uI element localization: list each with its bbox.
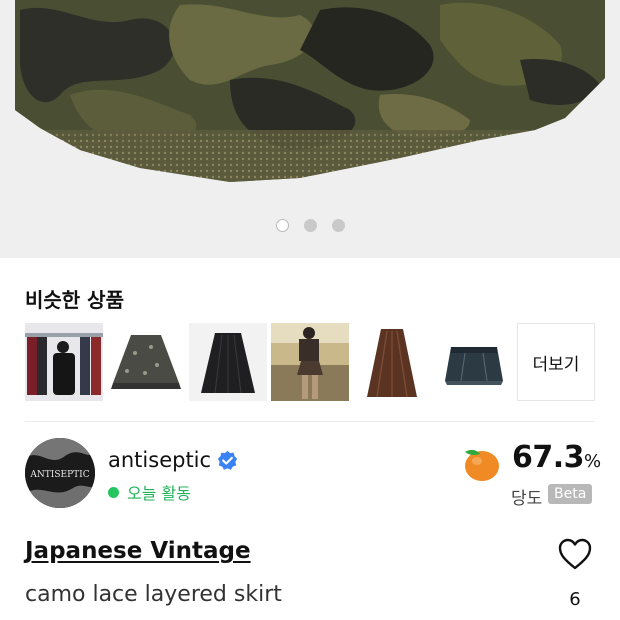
carousel-dot[interactable] (331, 219, 345, 232)
seller-avatar[interactable]: ANTISEPTIC (25, 438, 95, 508)
more-similar-button[interactable]: 더보기 (517, 323, 595, 401)
product-title: camo lace layered skirt (25, 582, 282, 607)
seller-activity-status: 오늘 활동 (108, 480, 191, 504)
similar-product-item[interactable] (25, 323, 103, 401)
brand-link[interactable]: Japanese Vintage (25, 538, 251, 564)
section-divider (25, 421, 595, 422)
store-rack-photo (25, 323, 103, 401)
similar-product-item[interactable] (271, 323, 349, 401)
seller-name[interactable]: antiseptic (108, 448, 211, 472)
similar-product-item[interactable] (189, 323, 267, 401)
peach-icon (465, 449, 499, 481)
floral-skirt-photo (107, 323, 185, 401)
online-indicator-icon (108, 486, 119, 498)
svg-text:ANTISEPTIC: ANTISEPTIC (29, 470, 89, 480)
score-unit: % (584, 451, 601, 472)
score-label: 당도 (511, 489, 543, 509)
brown-long-skirt-photo (353, 323, 431, 401)
verified-check-icon (217, 450, 238, 470)
similar-products-list: 더보기 (25, 323, 595, 401)
activity-label: 오늘 활동 (127, 484, 191, 503)
product-image-carousel[interactable] (0, 0, 620, 258)
beta-badge: Beta (548, 484, 593, 504)
carousel-dot[interactable] (303, 219, 317, 232)
like-count: 6 (569, 589, 581, 610)
similar-product-item[interactable] (435, 323, 513, 401)
model-outfit-photo (271, 323, 349, 401)
similar-product-item[interactable] (353, 323, 431, 401)
carousel-indicator (0, 219, 620, 232)
sweetness-score: 67.3% (512, 440, 601, 475)
denim-skirt-photo (435, 323, 513, 401)
similar-products-title: 비슷한 상품 (25, 288, 124, 312)
similar-product-item[interactable] (107, 323, 185, 401)
heart-icon[interactable] (557, 537, 593, 571)
carousel-dot[interactable] (275, 219, 289, 232)
black-skirt-photo (189, 323, 267, 401)
score-value: 67.3 (512, 440, 585, 475)
